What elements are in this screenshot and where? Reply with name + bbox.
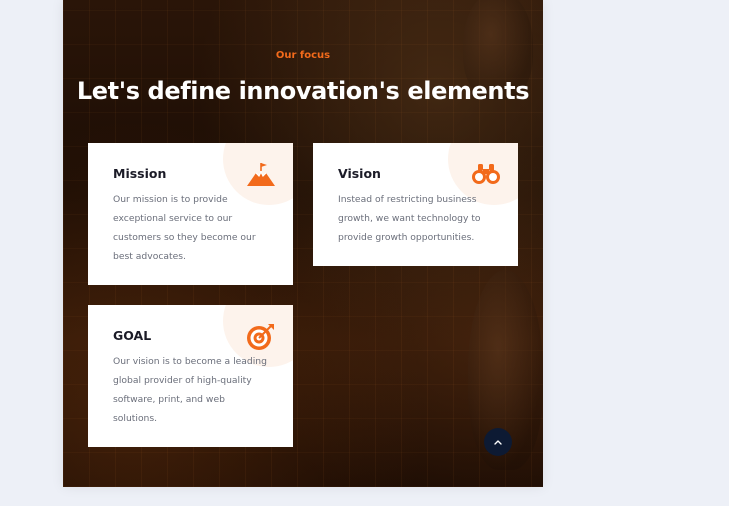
section-eyebrow: Our focus [275, 50, 331, 61]
card-title: Vision [338, 166, 381, 181]
scroll-to-top-button[interactable] [484, 428, 512, 456]
card-text-line: provide growth opportunities. [338, 232, 475, 243]
card-text: Our mission is to provide exceptional se… [113, 190, 256, 266]
card-text-line: Our vision is to become a leading [113, 356, 267, 367]
mission-card: Mission Our mission is to provide except… [88, 143, 293, 285]
card-text-line: Our mission is to provide [113, 194, 228, 205]
focus-section: Our focus Let's define innovation's elem… [63, 0, 543, 487]
card-text-line: best advocates. [113, 251, 186, 262]
mountain-flag-icon [247, 163, 275, 186]
card-title: GOAL [113, 328, 152, 343]
card-text-line: software, print, and web [113, 394, 225, 405]
card-text-line: global provider of high-quality [113, 375, 252, 386]
section-title: Let's define innovation's elements [76, 77, 530, 105]
card-text-line: exceptional service to our [113, 213, 233, 224]
target-arrow-icon [247, 324, 274, 350]
card-text: Instead of restricting business growth, … [338, 190, 481, 247]
card-text: Our vision is to become a leading global… [113, 352, 267, 428]
binoculars-icon [472, 164, 500, 184]
card-text-line: solutions. [113, 413, 158, 424]
card-text-line: Instead of restricting business [338, 194, 477, 205]
chevron-up-icon [494, 440, 502, 445]
card-title: Mission [113, 166, 167, 181]
card-text-line: growth, we want technology to [338, 213, 481, 224]
vision-card: Vision Instead of restricting business g… [313, 143, 518, 266]
goal-card: GOAL Our vision is to become a leading g… [88, 305, 293, 447]
card-text-line: customers so they become our [113, 232, 256, 243]
